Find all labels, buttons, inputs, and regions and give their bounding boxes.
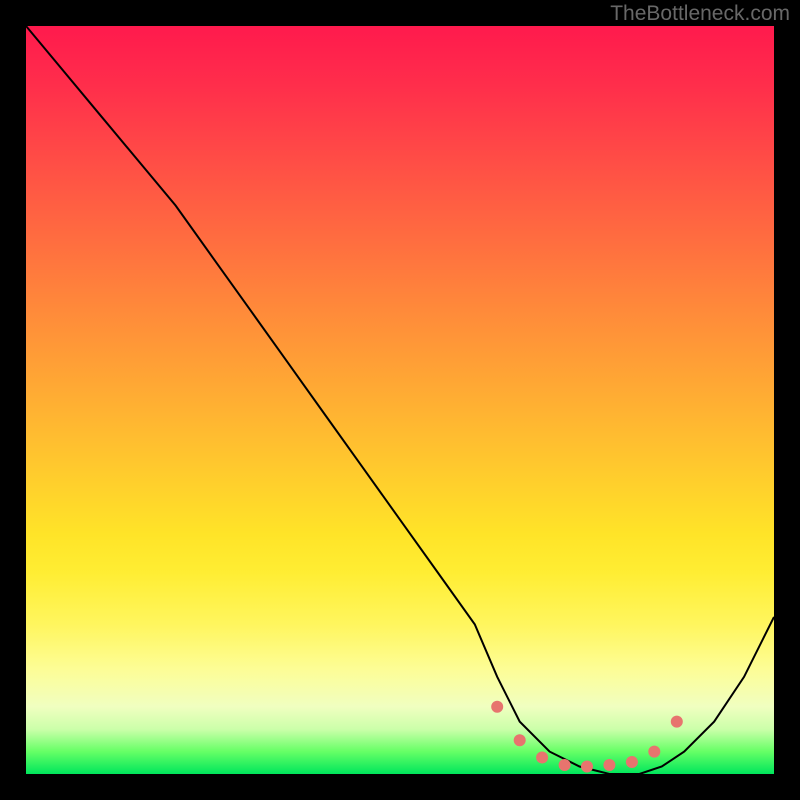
chart-plot-area <box>26 26 774 774</box>
chart-marker <box>626 756 638 768</box>
chart-markers <box>491 701 683 773</box>
chart-marker <box>581 761 593 773</box>
chart-marker <box>491 701 503 713</box>
chart-marker <box>514 734 526 746</box>
chart-svg <box>26 26 774 774</box>
chart-marker <box>648 746 660 758</box>
bottleneck-curve-path <box>26 26 774 774</box>
chart-marker <box>603 759 615 771</box>
chart-marker <box>536 752 548 764</box>
chart-marker <box>671 716 683 728</box>
chart-marker <box>559 759 571 771</box>
watermark-text: TheBottleneck.com <box>610 2 790 26</box>
